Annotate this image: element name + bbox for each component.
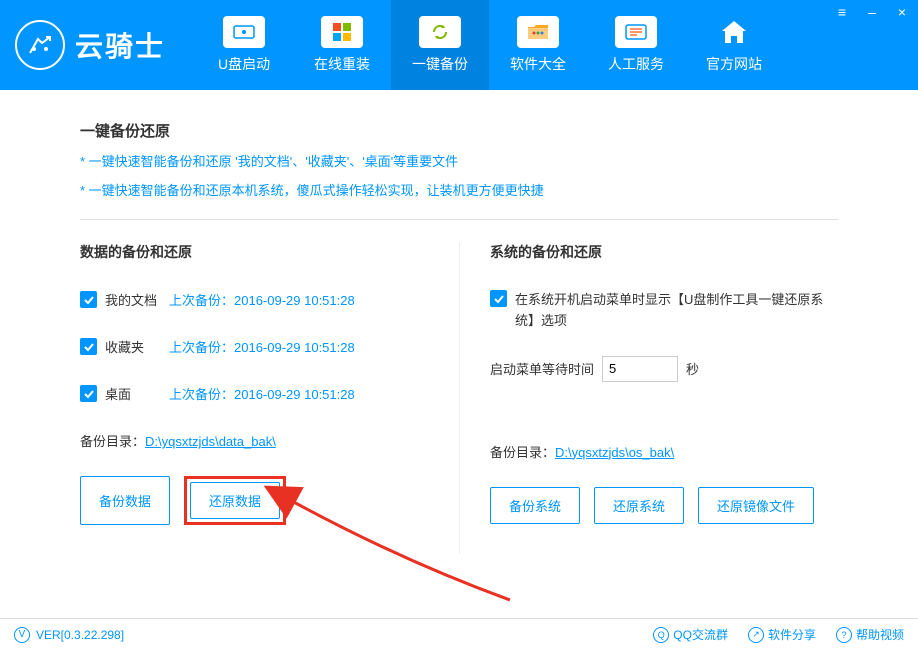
windows-icon — [321, 16, 363, 48]
nav-label: 软件大全 — [510, 54, 566, 74]
sys-check-row: 在系统开机启动菜单时显示【U盘制作工具一键还原系统】选项 — [490, 290, 838, 332]
window-controls: ≡ – × — [834, 4, 910, 20]
backup-dir-link[interactable]: D:\yqsxtzjds\data_bak\ — [145, 434, 276, 449]
dir-label: 备份目录： — [80, 434, 145, 449]
wait-time-row: 启动菜单等待时间 秒 — [490, 356, 838, 382]
header: 云骑士 U盘启动 在线重装 一键备份 软件大全 人工服务 官方网站 ≡ – — [0, 0, 918, 90]
share-link[interactable]: ↗ 软件分享 — [748, 626, 816, 643]
backup-system-button[interactable]: 备份系统 — [490, 487, 580, 524]
logo-icon — [15, 20, 65, 70]
check-label: 收藏夹 — [105, 337, 169, 356]
usb-icon — [223, 16, 265, 48]
sys-buttons: 备份系统 还原系统 还原镜像文件 — [490, 487, 838, 524]
page-title: 一键备份还原 — [80, 120, 838, 141]
version-text: VER[0.3.22.298] — [36, 628, 124, 642]
nav-label: U盘启动 — [218, 54, 270, 74]
close-button[interactable]: × — [894, 4, 910, 20]
minimize-button[interactable]: – — [864, 4, 880, 20]
sys-backup-dir-link[interactable]: D:\yqsxtzjds\os_bak\ — [555, 445, 674, 460]
logo-area: 云骑士 — [15, 20, 165, 70]
menu-button[interactable]: ≡ — [834, 4, 850, 20]
nav-label: 人工服务 — [608, 54, 664, 74]
folder-icon — [517, 16, 559, 48]
wait-time-input[interactable] — [602, 356, 678, 382]
nav: U盘启动 在线重装 一键备份 软件大全 人工服务 官方网站 — [195, 0, 783, 90]
panel-title: 数据的备份和还原 — [80, 242, 429, 262]
backup-time: 上次备份：2016-09-29 10:51:28 — [169, 384, 355, 403]
nav-label: 官方网站 — [706, 54, 762, 74]
footer-label: 软件分享 — [768, 626, 816, 643]
qq-group-link[interactable]: Q QQ交流群 — [653, 626, 728, 643]
share-icon: ↗ — [748, 627, 764, 643]
footer: V VER[0.3.22.298] Q QQ交流群 ↗ 软件分享 ? 帮助视频 — [0, 618, 918, 650]
check-label: 桌面 — [105, 384, 169, 403]
check-row-favorites: 收藏夹 上次备份：2016-09-29 10:51:28 — [80, 337, 429, 356]
backup-time: 上次备份：2016-09-29 10:51:28 — [169, 290, 355, 309]
checkbox-desktop[interactable] — [80, 385, 97, 402]
check-label: 我的文档 — [105, 290, 169, 309]
version-icon: V — [14, 627, 30, 643]
nav-label: 在线重装 — [314, 54, 370, 74]
restore-mirror-button[interactable]: 还原镜像文件 — [698, 487, 814, 524]
wait-label: 启动菜单等待时间 — [490, 359, 594, 378]
home-icon — [713, 16, 755, 48]
description-1: * 一键快速智能备份和还原 '我的文档'、'收藏夹'、'桌面'等重要文件 — [80, 151, 838, 170]
data-buttons: 备份数据 还原数据 — [80, 476, 429, 525]
divider — [80, 219, 838, 220]
nav-one-click-backup[interactable]: 一键备份 — [391, 0, 489, 90]
version-info: V VER[0.3.22.298] — [14, 627, 124, 643]
footer-label: 帮助视频 — [856, 626, 904, 643]
nav-label: 一键备份 — [412, 54, 468, 74]
panel-title: 系统的备份和还原 — [490, 242, 838, 262]
description-2: * 一键快速智能备份和还原本机系统，傻瓜式操作轻松实现，让装机更方便更快捷 — [80, 180, 838, 199]
wait-unit: 秒 — [686, 359, 699, 378]
content: 一键备份还原 * 一键快速智能备份和还原 '我的文档'、'收藏夹'、'桌面'等重… — [0, 90, 918, 554]
dir-label: 备份目录： — [490, 445, 555, 460]
app-title: 云骑士 — [75, 25, 165, 65]
nav-software[interactable]: 软件大全 — [489, 0, 587, 90]
checkbox-documents[interactable] — [80, 291, 97, 308]
backup-dir-row: 备份目录：D:\yqsxtzjds\data_bak\ — [80, 431, 429, 450]
sys-check-label: 在系统开机启动菜单时显示【U盘制作工具一键还原系统】选项 — [515, 290, 838, 332]
restore-highlight: 还原数据 — [184, 476, 286, 525]
qq-icon: Q — [653, 627, 669, 643]
nav-website[interactable]: 官方网站 — [685, 0, 783, 90]
nav-support[interactable]: 人工服务 — [587, 0, 685, 90]
restore-data-button[interactable]: 还原数据 — [190, 482, 280, 519]
help-video-link[interactable]: ? 帮助视频 — [836, 626, 904, 643]
restore-system-button[interactable]: 还原系统 — [594, 487, 684, 524]
nav-online-reinstall[interactable]: 在线重装 — [293, 0, 391, 90]
backup-data-button[interactable]: 备份数据 — [80, 476, 170, 525]
checkbox-boot-menu[interactable] — [490, 290, 507, 307]
data-backup-panel: 数据的备份和还原 我的文档 上次备份：2016-09-29 10:51:28 收… — [80, 242, 459, 554]
sys-backup-dir-row: 备份目录：D:\yqsxtzjds\os_bak\ — [490, 442, 838, 461]
check-row-desktop: 桌面 上次备份：2016-09-29 10:51:28 — [80, 384, 429, 403]
check-row-documents: 我的文档 上次备份：2016-09-29 10:51:28 — [80, 290, 429, 309]
checkbox-favorites[interactable] — [80, 338, 97, 355]
nav-usb-boot[interactable]: U盘启动 — [195, 0, 293, 90]
help-icon: ? — [836, 627, 852, 643]
footer-label: QQ交流群 — [673, 626, 728, 643]
backup-time: 上次备份：2016-09-29 10:51:28 — [169, 337, 355, 356]
headset-icon — [615, 16, 657, 48]
refresh-icon — [419, 16, 461, 48]
system-backup-panel: 系统的备份和还原 在系统开机启动菜单时显示【U盘制作工具一键还原系统】选项 启动… — [459, 242, 838, 554]
